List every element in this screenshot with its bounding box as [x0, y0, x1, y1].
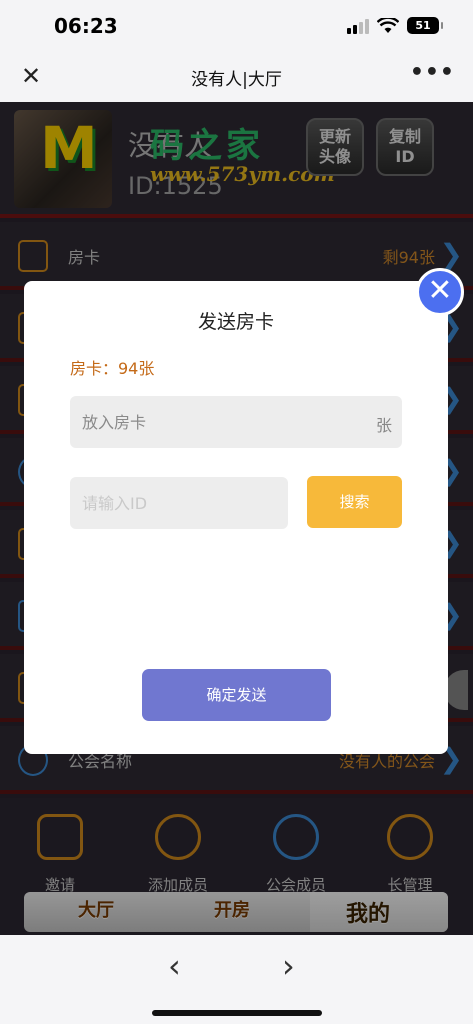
confirm-send-button[interactable]: 确定发送	[142, 669, 331, 721]
close-dialog-icon[interactable]: ✕	[416, 268, 464, 316]
dialog-title: 发送房卡	[197, 311, 274, 333]
signal-icon	[347, 18, 369, 34]
status-bar: 06:23 51	[0, 0, 473, 52]
nav-bar: ✕ 没有人|大厅 •••	[0, 52, 473, 102]
status-time: 06:23	[54, 14, 118, 38]
home-indicator[interactable]	[152, 1010, 322, 1016]
forward-arrow-icon[interactable]: ›	[282, 947, 295, 985]
back-arrow-icon[interactable]: ‹	[168, 947, 181, 985]
search-button[interactable]: 搜索	[307, 476, 402, 528]
send-card-dialog: 发送房卡 房卡：94张 张 搜索 确定发送	[24, 281, 448, 754]
page-title: 没有人|大厅	[191, 70, 282, 90]
more-icon[interactable]: •••	[410, 60, 455, 85]
status-icons: 51	[347, 17, 443, 34]
player-id-input[interactable]	[70, 477, 288, 529]
card-unit-label: 张	[375, 416, 392, 435]
wifi-icon	[377, 17, 399, 33]
card-count: 房卡：94张	[70, 359, 155, 378]
battery-icon: 51	[407, 17, 443, 34]
card-amount-input[interactable]	[70, 396, 402, 448]
browser-toolbar: ‹ ›	[0, 935, 473, 1024]
